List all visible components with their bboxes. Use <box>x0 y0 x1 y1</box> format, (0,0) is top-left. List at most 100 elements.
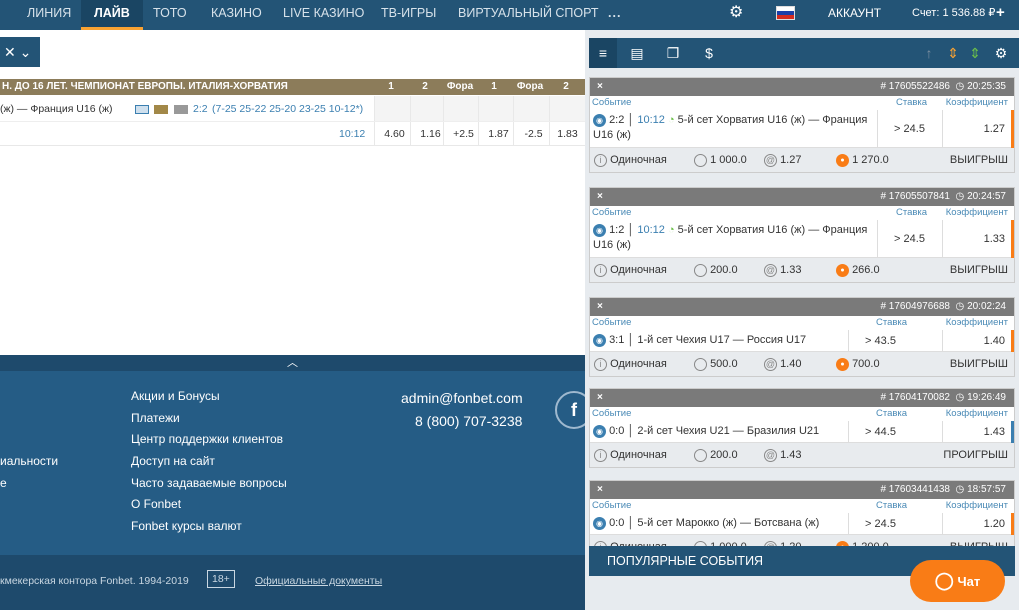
footer-link[interactable]: Часто задаваемые вопросы <box>131 476 287 490</box>
coupon-type-wrap: i Одиночная <box>594 352 667 376</box>
col-header: 1 <box>491 81 497 92</box>
settings-gear-icon[interactable]: ⚙ <box>729 0 743 30</box>
odds-cell[interactable]: 4.60 <box>374 122 414 146</box>
coupon-stake: 200.0 <box>710 264 738 276</box>
footer-link[interactable]: Платежи <box>131 411 180 425</box>
arrows-updown-green-icon[interactable]: ⇕ <box>961 38 989 68</box>
info-icon[interactable]: i <box>594 263 607 277</box>
event-score: 2:2 <box>193 103 208 115</box>
footer-link[interactable]: е <box>0 476 7 490</box>
support-email[interactable]: admin@fonbet.com <box>401 390 523 406</box>
coupon-labels: Событие Ставка Коэффициент <box>590 407 1014 421</box>
coupon-type: Одиночная <box>610 264 667 276</box>
account-link[interactable]: АККАУНТ <box>828 0 881 30</box>
chat-button[interactable]: ◯ Чат <box>910 560 1005 602</box>
event-name[interactable]: (ж) — Франция U16 (ж) <box>0 96 113 122</box>
coupon-stake-wrap: 200.0 <box>694 443 738 467</box>
nav-live[interactable]: ЛАЙВ <box>81 0 143 30</box>
info-icon[interactable]: i <box>594 448 607 462</box>
russian-flag-icon[interactable] <box>776 6 795 20</box>
chevron-down-icon[interactable]: ⌄ <box>20 44 32 60</box>
coupon-coef: 1.27 <box>942 110 1014 148</box>
coupon-score: 1:2 <box>609 224 625 236</box>
bet-coupon[interactable]: × # 17605522486 ◷ 20:25:35 Событие Ставка Ко… <box>589 77 1015 173</box>
coupon-coef: 1.33 <box>942 220 1014 258</box>
stats-icon[interactable] <box>135 105 149 114</box>
coupon-bet: > 43.5 <box>848 330 912 352</box>
label-coef: Коэффициент <box>945 207 1008 218</box>
event-row[interactable]: (ж) — Франция U16 (ж) 2:2 (7-25 25-22 25… <box>0 96 585 122</box>
coupon-rate: 1.33 <box>780 264 802 276</box>
footer-link[interactable]: Центр поддержки клиентов <box>131 432 283 446</box>
nav-toto[interactable]: ТОТО <box>143 0 197 30</box>
support-phone[interactable]: 8 (800) 707-3238 <box>415 413 522 429</box>
nav-tv-games[interactable]: ТВ-ИГРЫ <box>371 0 446 30</box>
coupon-clock: 10:12 <box>637 114 665 126</box>
money-icon[interactable]: $ <box>695 38 723 68</box>
footer-toggle-chevron-up-icon[interactable]: ︿ <box>0 355 585 371</box>
col-header: Фора <box>516 81 544 92</box>
nav-virtual-sport[interactable]: ВИРТУАЛЬНЫЙ СПОРТ <box>448 0 609 30</box>
odds-cell[interactable]: 1.87 <box>478 122 518 146</box>
nav-line[interactable]: ЛИНИЯ <box>17 0 81 30</box>
coupon-event: 5-й сет Хорватия U16 (ж) — Франция <box>677 224 868 236</box>
coupon-payout-wrap: ● 1 270.0 <box>836 148 889 172</box>
field-icon[interactable] <box>154 105 168 114</box>
competition-title: Н. ДО 16 ЛЕТ. ЧЕМПИОНАТ ЕВРОПЫ. ИТАЛИЯ-Х… <box>2 81 288 92</box>
bet-coupon[interactable]: × # 17604976688 ◷ 20:02:24 Событие Ставка Ко… <box>589 297 1015 377</box>
bet-coupon[interactable]: × # 17605507841 ◷ 20:24:57 Событие Ставка Ко… <box>589 187 1015 283</box>
coin-icon <box>694 153 707 167</box>
tv-icon[interactable] <box>174 105 188 114</box>
coupon-bet: > 24.5 <box>877 220 941 258</box>
odds-cell[interactable]: 1.83 <box>549 122 585 146</box>
coupon-coef: 1.20 <box>942 513 1014 535</box>
odds-cell[interactable]: -2.5 <box>513 122 553 146</box>
odds-cell[interactable]: +2.5 <box>443 122 483 146</box>
coupon-bet: > 24.5 <box>848 513 912 535</box>
official-docs-link[interactable]: Официальные документы <box>255 575 382 587</box>
label-bet: Ставка <box>876 500 908 511</box>
footer-link[interactable]: Fonbet курсы валют <box>131 519 242 533</box>
info-icon[interactable]: i <box>594 153 607 167</box>
settings-gear-icon[interactable]: ⚙ <box>987 38 1015 68</box>
coupon-type: Одиночная <box>610 154 667 166</box>
at-icon: @ <box>764 263 777 277</box>
close-icon[interactable]: × <box>597 481 603 499</box>
coupon-result: ПРОИГРЫШ <box>943 449 1008 461</box>
label-event: Событие <box>592 317 632 328</box>
coupon-score: 2:2 <box>609 114 625 126</box>
close-icon[interactable]: ✕ <box>4 44 16 60</box>
coupon-toolbar: ≡ ▤ ❐ $ ↑ ⇕ ⇕ ⚙ <box>589 38 1019 68</box>
label-event: Событие <box>592 500 632 511</box>
cards-icon[interactable]: ❐ <box>659 38 687 68</box>
nav-live-casino[interactable]: LIVE КАЗИНО <box>273 0 374 30</box>
bet-coupon[interactable]: × # 17604170082 ◷ 19:26:49 Событие Ставка Ко… <box>589 388 1015 468</box>
coupon-footer: i Одиночная 200.0 @ 1.43 ПРОИГРЫШ <box>590 443 1014 467</box>
close-icon[interactable]: × <box>597 188 603 206</box>
close-icon[interactable]: × <box>597 298 603 316</box>
payout-icon: ● <box>836 153 849 167</box>
footer-link[interactable]: О Fonbet <box>131 497 181 511</box>
info-icon[interactable]: i <box>594 357 607 371</box>
footer-link[interactable]: Доступ на сайт <box>131 454 215 468</box>
menu-icon[interactable]: ≡ <box>589 38 617 68</box>
coupon-id-time: # 17603441438 ◷ 18:57:57 <box>880 481 1006 499</box>
nav-more[interactable]: ... <box>598 0 631 30</box>
footer-link[interactable]: иальности <box>0 454 58 468</box>
close-icon[interactable]: × <box>597 78 603 96</box>
coupon-labels: Событие Ставка Коэффициент <box>590 96 1014 110</box>
coupon-icon[interactable]: ▤ <box>623 38 651 68</box>
footer-bar: кмекерская контора Fonbet. 1994-2019 18+… <box>0 555 585 610</box>
clock-icon: ◷ <box>955 301 965 312</box>
odds-row: 10:12 4.60 1.16 +2.5 1.87 -2.5 1.83 <box>0 122 585 146</box>
filter-toggle[interactable]: ✕ ⌄ <box>0 37 40 67</box>
coupon-id: # 17605522486 <box>880 81 950 92</box>
plus-icon[interactable]: + <box>996 0 1005 30</box>
competition-header: Н. ДО 16 ЛЕТ. ЧЕМПИОНАТ ЕВРОПЫ. ИТАЛИЯ-Х… <box>0 79 585 95</box>
coupon-id: # 17604976688 <box>880 301 950 312</box>
at-icon: @ <box>764 153 777 167</box>
close-icon[interactable]: × <box>597 389 603 407</box>
footer-link[interactable]: Акции и Бонусы <box>131 389 220 403</box>
nav-casino[interactable]: КАЗИНО <box>201 0 272 30</box>
coupon-id: # 17604170082 <box>880 392 950 403</box>
